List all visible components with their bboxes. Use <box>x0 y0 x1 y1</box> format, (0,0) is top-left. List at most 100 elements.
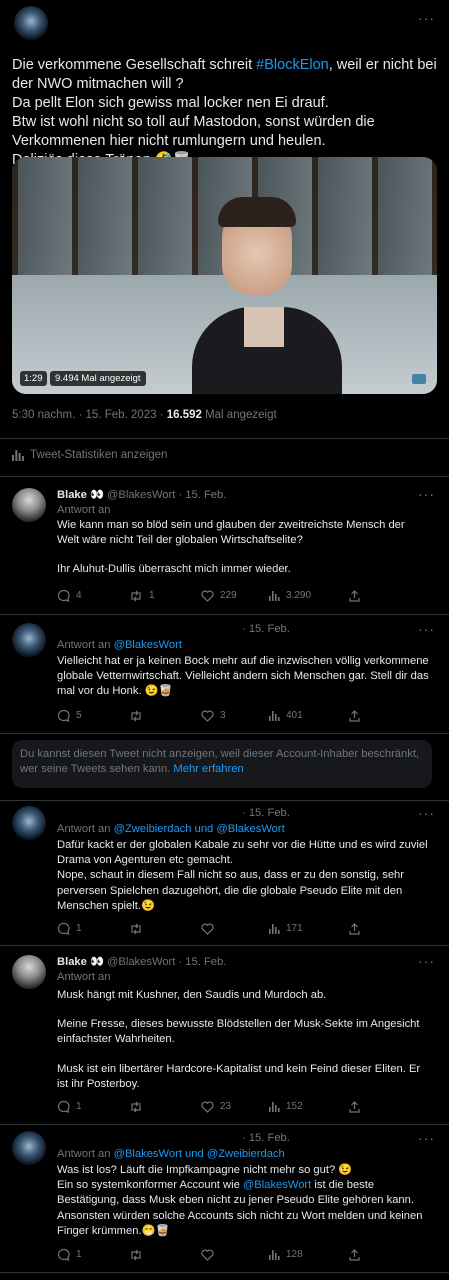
like-button[interactable]: 3 <box>201 710 269 722</box>
heart-icon <box>201 710 214 722</box>
views-button[interactable]: 128 <box>269 1249 349 1260</box>
reply-avatar[interactable] <box>12 623 46 657</box>
reply-text: Wie kann man so blöd sein und glauben de… <box>57 519 405 576</box>
reply-actions: 4 1 229 3.290 <box>57 589 377 602</box>
reply-text: Dafür kackt er der globalen Kabale zu se… <box>57 839 428 912</box>
reply-header: Blake 👀 @BlakesWort · 15. Feb. <box>57 489 227 501</box>
reply-context: Antwort an <box>57 971 111 983</box>
reply-context: Antwort an @BlakesWort <box>57 639 182 651</box>
hidden-tweet-notice: Du kannst diesen Tweet nicht anzeigen, w… <box>12 740 432 788</box>
reply-text: Musk hängt mit Kushner, den Saudis und M… <box>57 989 421 1090</box>
more-options-icon[interactable]: ··· <box>418 805 435 821</box>
reply-date: · 15. Feb. <box>242 623 290 635</box>
heart-icon <box>201 1101 214 1113</box>
comment-button[interactable]: 5 <box>57 709 129 722</box>
reply-context: Antwort an <box>57 504 111 516</box>
share-icon <box>349 709 360 722</box>
reply-actions: 1 23 152 <box>57 1100 377 1113</box>
views-icon <box>269 1249 280 1260</box>
learn-more-link[interactable]: Mehr erfahren <box>173 763 243 775</box>
more-options-icon[interactable]: ··· <box>418 10 435 26</box>
comment-icon <box>57 1248 70 1261</box>
video-views-badge: 9.494 Mal angezeigt <box>50 371 146 386</box>
views-icon <box>269 710 280 721</box>
views-button[interactable]: 3.290 <box>269 590 349 601</box>
reply-date: · 15. Feb. <box>242 1132 290 1144</box>
mention-link[interactable]: @Zweibierdach <box>114 823 192 835</box>
like-button[interactable]: 23 <box>201 1101 269 1113</box>
comment-button[interactable]: 1 <box>57 1248 129 1261</box>
more-options-icon[interactable]: ··· <box>418 953 435 969</box>
comment-icon <box>57 1100 70 1113</box>
mention-link[interactable]: @BlakesWort <box>114 1148 182 1160</box>
retweet-icon <box>131 923 141 934</box>
reply-text: Vielleicht hat er ja keinen Bock mehr au… <box>57 655 429 698</box>
author-avatar[interactable] <box>14 6 48 40</box>
reply-avatar[interactable] <box>12 806 46 840</box>
retweet-button[interactable] <box>129 1249 201 1261</box>
reply-actions: 1 171 <box>57 922 377 935</box>
share-icon <box>349 1100 360 1113</box>
share-button[interactable] <box>349 1100 360 1113</box>
reply-date: · 15. Feb. <box>242 807 290 819</box>
tweet-stats-link[interactable]: Tweet-Statistiken anzeigen <box>12 449 167 461</box>
views-button[interactable]: 171 <box>269 923 349 934</box>
mention-link[interactable]: @BlakesWort <box>114 639 182 651</box>
retweet-button[interactable] <box>129 710 201 722</box>
mention-link[interactable]: @BlakesWort <box>243 1179 311 1191</box>
reply-context: Antwort an @Zweibierdach und @BlakesWort <box>57 823 285 835</box>
reply-author-name[interactable]: Blake 👀 <box>57 956 104 968</box>
views-icon <box>269 590 280 601</box>
share-button[interactable] <box>349 709 360 722</box>
retweet-button[interactable] <box>129 923 201 935</box>
tweet-text: Die verkommene Gesellschaft schreit #Blo… <box>12 57 437 168</box>
share-button[interactable] <box>349 589 360 602</box>
heart-icon <box>201 1249 214 1261</box>
tweet-timestamp: 5:30 nachm. · 15. Feb. 2023 · 16.592 Mal… <box>12 409 277 421</box>
comment-icon <box>57 709 70 722</box>
retweet-icon <box>131 1249 141 1260</box>
comment-button[interactable]: 1 <box>57 1100 129 1113</box>
share-button[interactable] <box>349 922 360 935</box>
tweet-video[interactable]: 1:29 9.494 Mal angezeigt <box>12 157 437 394</box>
more-options-icon[interactable]: ··· <box>418 1130 435 1146</box>
reply-author-name[interactable]: Blake 👀 <box>57 489 104 501</box>
reply-avatar[interactable] <box>12 488 46 522</box>
retweet-icon <box>131 590 141 601</box>
comment-icon <box>57 589 70 602</box>
like-button[interactable] <box>201 1249 269 1261</box>
hashtag-link[interactable]: #BlockElon <box>256 57 329 73</box>
views-icon <box>269 923 280 934</box>
video-indicator-icon <box>412 374 426 384</box>
retweet-icon <box>131 710 141 721</box>
share-icon <box>349 922 360 935</box>
share-icon <box>349 1248 360 1261</box>
more-options-icon[interactable]: ··· <box>418 486 435 502</box>
views-button[interactable]: 401 <box>269 710 349 721</box>
reply-header: Blake 👀 @BlakesWort · 15. Feb. <box>57 956 227 968</box>
retweet-button[interactable] <box>129 1101 201 1113</box>
retweet-button[interactable]: 1 <box>129 590 201 602</box>
more-options-icon[interactable]: ··· <box>418 621 435 637</box>
reply-context: Antwort an @BlakesWort und @Zweibierdach <box>57 1148 285 1160</box>
stats-icon <box>12 449 24 461</box>
video-duration-badge: 1:29 <box>20 371 47 386</box>
mention-link[interactable]: @BlakesWort <box>216 823 284 835</box>
reply-avatar[interactable] <box>12 1131 46 1165</box>
share-button[interactable] <box>349 1248 360 1261</box>
retweet-icon <box>131 1101 141 1112</box>
comment-icon <box>57 922 70 935</box>
like-button[interactable]: 229 <box>201 590 269 602</box>
heart-icon <box>201 923 214 935</box>
reply-actions: 1 128 <box>57 1248 377 1261</box>
reply-actions: 5 3 401 <box>57 709 377 722</box>
comment-button[interactable]: 4 <box>57 589 129 602</box>
views-button[interactable]: 152 <box>269 1101 349 1112</box>
views-icon <box>269 1101 280 1112</box>
reply-avatar[interactable] <box>12 955 46 989</box>
reply-text: Was ist los? Läuft die Impfkampagne nich… <box>57 1164 423 1237</box>
mention-link[interactable]: @Zweibierdach <box>207 1148 285 1160</box>
comment-button[interactable]: 1 <box>57 922 129 935</box>
like-button[interactable] <box>201 923 269 935</box>
share-icon <box>349 589 360 602</box>
